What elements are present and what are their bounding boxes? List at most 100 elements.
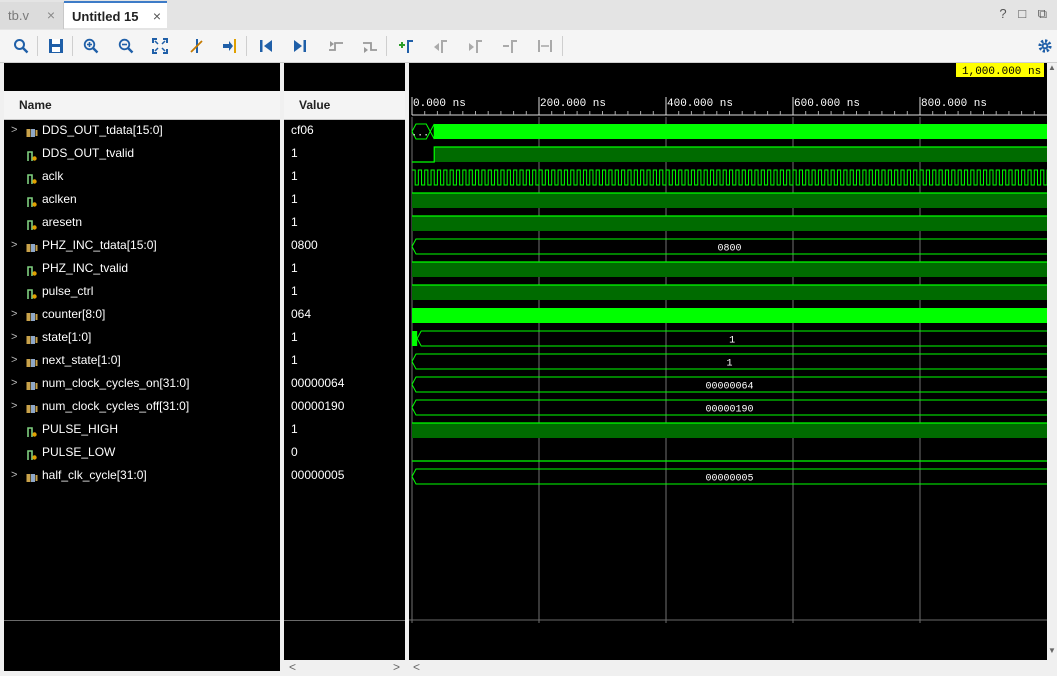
wave-dds-out-tvalid: [434, 147, 1053, 162]
signal-value-row[interactable]: 0: [284, 441, 405, 464]
signal-name: PULSE_LOW: [42, 445, 116, 459]
prev-transition-icon[interactable]: [326, 36, 346, 56]
swap-cursor-icon[interactable]: [535, 36, 555, 56]
bus-signal-icon: [26, 239, 38, 252]
signal-row[interactable]: aclk: [4, 165, 280, 188]
add-marker-icon[interactable]: [396, 36, 416, 56]
next-marker-icon[interactable]: [465, 36, 485, 56]
signal-row[interactable]: > PHZ_INC_tdata[15:0]: [4, 234, 280, 257]
close-icon[interactable]: ×: [47, 2, 55, 29]
signal-value-row[interactable]: 1: [284, 280, 405, 303]
expand-chevron-icon[interactable]: >: [11, 464, 21, 487]
settings-icon[interactable]: [1035, 36, 1055, 56]
value-scrollbar[interactable]: < >: [284, 660, 405, 676]
horizontal-scrollbar[interactable]: <: [409, 660, 1057, 676]
wire-signal-icon: [26, 446, 38, 460]
name-column-header[interactable]: Name: [4, 91, 280, 120]
signal-value: 1: [291, 422, 298, 436]
signal-value-row[interactable]: 00000005: [284, 464, 405, 487]
wire-signal-icon: [26, 262, 38, 276]
float-icon[interactable]: ⧉: [1038, 6, 1051, 21]
wave-num-clock-cycles-on-label: 00000064: [705, 382, 753, 393]
expand-chevron-icon[interactable]: >: [11, 119, 21, 142]
signal-row[interactable]: > counter[8:0]: [4, 303, 280, 326]
window-controls: ? □ ⧉: [999, 6, 1051, 22]
signal-value-row[interactable]: 064: [284, 303, 405, 326]
restore-icon[interactable]: □: [1018, 6, 1030, 21]
signal-row[interactable]: > DDS_OUT_tdata[15:0]: [4, 119, 280, 142]
expand-chevron-icon[interactable]: >: [11, 349, 21, 372]
signal-row[interactable]: PHZ_INC_tvalid: [4, 257, 280, 280]
value-column-header[interactable]: Value: [284, 91, 405, 120]
toolbar: [0, 30, 1057, 63]
bus-signal-icon: [26, 400, 38, 413]
signal-value-row[interactable]: 1: [284, 326, 405, 349]
signal-row[interactable]: aresetn: [4, 211, 280, 234]
signal-value-row[interactable]: 1: [284, 418, 405, 441]
signal-value-row[interactable]: cf06: [284, 119, 405, 142]
signal-row[interactable]: > num_clock_cycles_on[31:0]: [4, 372, 280, 395]
tab-untitled-15[interactable]: Untitled 15 ×: [64, 1, 167, 28]
wave-next-state-label: 1: [726, 359, 732, 370]
prev-marker-icon[interactable]: [430, 36, 450, 56]
signal-row[interactable]: > num_clock_cycles_off[31:0]: [4, 395, 280, 418]
search-icon[interactable]: [11, 36, 31, 56]
tab-bar: tb.v × Untitled 15 × ? □ ⧉: [0, 0, 1057, 31]
signal-value-row[interactable]: 1: [284, 257, 405, 280]
signal-row[interactable]: > next_state[1:0]: [4, 349, 280, 372]
signal-value-row[interactable]: 0800: [284, 234, 405, 257]
next-transition-icon[interactable]: [360, 36, 380, 56]
expand-chevron-icon[interactable]: >: [11, 395, 21, 418]
wire-signal-icon: [26, 193, 38, 207]
wave-counter: [412, 308, 1052, 323]
wire-signal-icon: [26, 216, 38, 230]
time-tick-label: 800.000 ns: [921, 98, 987, 110]
help-icon[interactable]: ?: [999, 6, 1010, 21]
signal-value-row[interactable]: 1: [284, 349, 405, 372]
zoom-in-icon[interactable]: [81, 36, 101, 56]
go-to-last-icon[interactable]: [290, 36, 310, 56]
close-icon[interactable]: ×: [153, 3, 161, 30]
signal-value-row[interactable]: 00000190: [284, 395, 405, 418]
bus-signal-icon: [26, 331, 38, 344]
expand-chevron-icon[interactable]: >: [11, 326, 21, 349]
signal-name: state[1:0]: [42, 330, 92, 344]
scroll-left-icon[interactable]: <: [413, 660, 420, 674]
tab-tb-v[interactable]: tb.v ×: [0, 2, 64, 29]
waveform-canvas[interactable]: 1,000.000 ns 0.000 ns 200.000 ns 400.000 ns…: [409, 63, 1053, 660]
signal-value-row[interactable]: 1: [284, 211, 405, 234]
signal-name: half_clk_cycle[31:0]: [42, 468, 147, 482]
signal-row[interactable]: pulse_ctrl: [4, 280, 280, 303]
cursor-to-zero-icon[interactable]: [186, 36, 206, 56]
scroll-down-icon[interactable]: ▼: [1048, 646, 1056, 655]
signal-row[interactable]: PULSE_HIGH: [4, 418, 280, 441]
signal-row[interactable]: > half_clk_cycle[31:0]: [4, 464, 280, 487]
wire-signal-icon: [26, 285, 38, 299]
vertical-scrollbar[interactable]: ▲ ▼: [1047, 63, 1057, 660]
go-to-first-icon[interactable]: [256, 36, 276, 56]
waveform-panel[interactable]: 1,000.000 ns 0.000 ns 200.000 ns 400.000 ns…: [409, 63, 1053, 660]
splitter[interactable]: [280, 63, 284, 676]
signal-value-row[interactable]: 00000064: [284, 372, 405, 395]
signal-row[interactable]: aclken: [4, 188, 280, 211]
go-to-time-zero-icon[interactable]: [220, 36, 240, 56]
signal-value-row[interactable]: 1: [284, 188, 405, 211]
signal-value: 0: [291, 445, 298, 459]
scroll-left-icon[interactable]: <: [289, 660, 296, 674]
save-icon[interactable]: [46, 36, 66, 56]
zoom-out-icon[interactable]: [116, 36, 136, 56]
time-tick-label: 600.000 ns: [794, 98, 860, 110]
signal-row[interactable]: PULSE_LOW: [4, 441, 280, 464]
signal-value-row[interactable]: 1: [284, 142, 405, 165]
add-marker-2-icon[interactable]: [500, 36, 520, 56]
zoom-fit-icon[interactable]: [150, 36, 170, 56]
scroll-right-icon[interactable]: >: [393, 660, 400, 674]
scroll-up-icon[interactable]: ▲: [1048, 63, 1056, 72]
expand-chevron-icon[interactable]: >: [11, 234, 21, 257]
signal-row[interactable]: > state[1:0]: [4, 326, 280, 349]
signal-value-row[interactable]: 1: [284, 165, 405, 188]
bus-signal-icon: [26, 354, 38, 367]
expand-chevron-icon[interactable]: >: [11, 372, 21, 395]
expand-chevron-icon[interactable]: >: [11, 303, 21, 326]
signal-row[interactable]: DDS_OUT_tvalid: [4, 142, 280, 165]
